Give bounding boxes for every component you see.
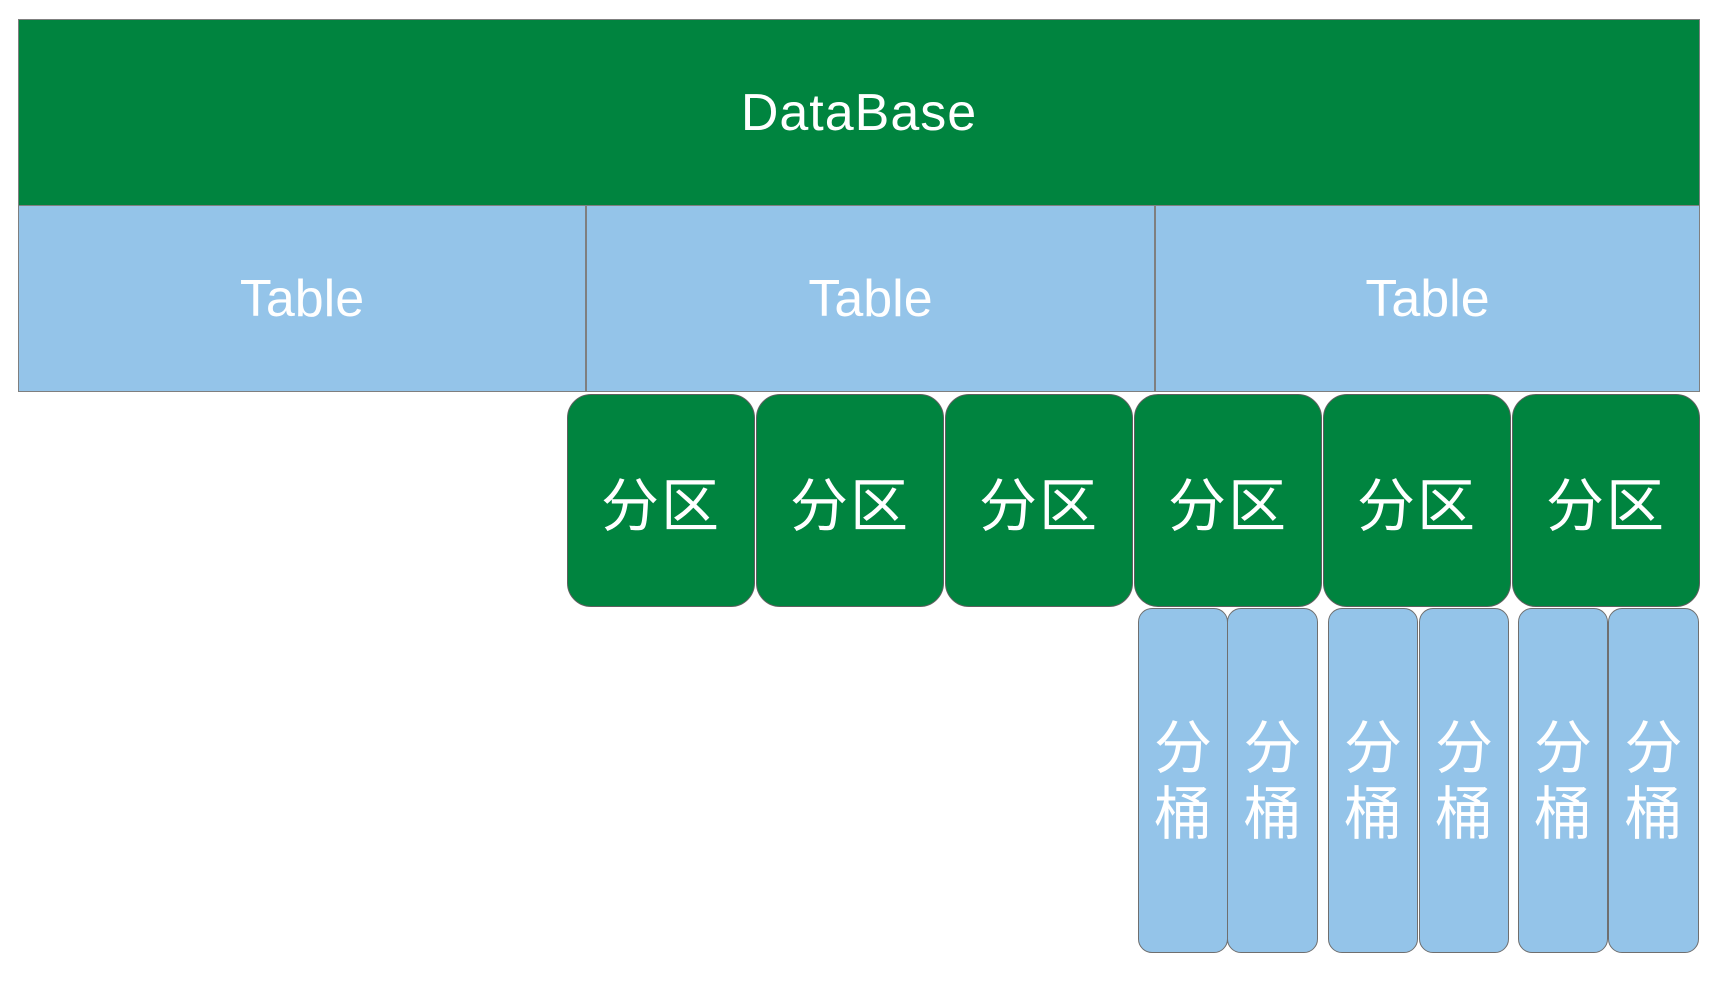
- partition-label: 分区: [1545, 471, 1666, 540]
- bucket-block-4: 分桶: [1419, 608, 1509, 953]
- partition-block-5: 分区: [1323, 394, 1511, 607]
- partition-label: 分区: [978, 471, 1099, 540]
- bucket-block-2: 分桶: [1227, 608, 1318, 953]
- bucket-block-5: 分桶: [1518, 608, 1608, 953]
- table-label: Table: [808, 269, 933, 328]
- table-label: Table: [1365, 269, 1490, 328]
- partition-block-4: 分区: [1134, 394, 1322, 607]
- bucket-label: 分桶: [1153, 713, 1212, 848]
- partition-block-6: 分区: [1512, 394, 1700, 607]
- partition-label: 分区: [600, 471, 721, 540]
- bucket-label: 分桶: [1434, 713, 1493, 848]
- bucket-block-1: 分桶: [1138, 608, 1228, 953]
- partition-label: 分区: [1167, 471, 1288, 540]
- bucket-block-3: 分桶: [1328, 608, 1418, 953]
- partition-block-2: 分区: [756, 394, 944, 607]
- partition-block-1: 分区: [567, 394, 755, 607]
- partition-label: 分区: [789, 471, 910, 540]
- partition-block-3: 分区: [945, 394, 1133, 607]
- table-block-2: Table: [586, 205, 1155, 392]
- table-block-3: Table: [1155, 205, 1700, 392]
- bucket-block-6: 分桶: [1608, 608, 1699, 953]
- table-label: Table: [239, 269, 365, 328]
- table-block-1: Table: [18, 205, 586, 392]
- partition-label: 分区: [1356, 471, 1477, 540]
- database-block: DataBase: [18, 19, 1700, 206]
- bucket-label: 分桶: [1533, 713, 1592, 848]
- bucket-label: 分桶: [1243, 713, 1302, 848]
- bucket-label: 分桶: [1624, 713, 1683, 848]
- database-label: DataBase: [740, 83, 978, 142]
- table-row: Table Table Table: [18, 205, 1700, 392]
- bucket-label: 分桶: [1343, 713, 1402, 848]
